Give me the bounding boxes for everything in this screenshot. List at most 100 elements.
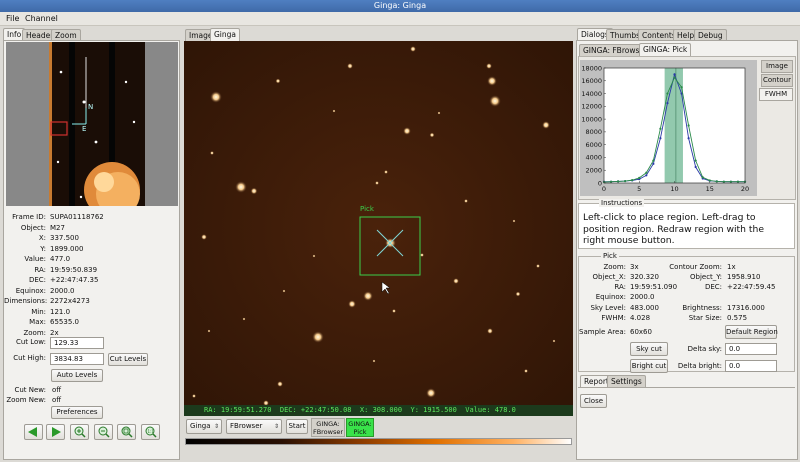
delta-bright-input[interactable]: 0.0 xyxy=(725,360,777,372)
arrow-right-icon xyxy=(52,427,61,437)
pick-ra-label: RA: xyxy=(614,283,626,291)
menu-channel[interactable]: Channel xyxy=(25,13,58,25)
info-field-value: 1899.000 xyxy=(50,244,84,253)
fwhm-data-point xyxy=(652,159,655,162)
info-field-label: RA: xyxy=(34,265,46,274)
fwhm-data-point xyxy=(624,179,627,183)
svg-text:1:1: 1:1 xyxy=(148,429,155,434)
object-x-label: Object_X: xyxy=(592,273,626,281)
pick-zoom-value: 3x xyxy=(630,263,639,271)
tab-pick-dialog[interactable]: GINGA: Pick xyxy=(639,43,692,56)
fwhm-data-point xyxy=(715,180,718,183)
pan-thumbnail[interactable]: N E xyxy=(6,42,178,206)
zoom-out-icon xyxy=(98,426,110,438)
auto-levels-button[interactable]: Auto Levels xyxy=(51,369,103,382)
pick-equinox-value: 2000.0 xyxy=(630,293,655,301)
fwhm-data-point xyxy=(652,162,655,165)
info-field-label: Y: xyxy=(40,244,46,253)
brightness-value: 17316.000 xyxy=(727,304,765,312)
instructions-text: Left-click to place region. Left-drag to… xyxy=(583,212,764,247)
sky-level-value: 483.000 xyxy=(630,304,659,312)
zoom-100-button[interactable]: 1:1 xyxy=(141,424,160,440)
sky-cut-button[interactable]: Sky cut xyxy=(630,342,668,356)
fwhm-value: 4.028 xyxy=(630,314,651,322)
instructions-box: Instructions Left-click to place region.… xyxy=(578,199,795,249)
preferences-button[interactable]: Preferences xyxy=(51,406,103,419)
zoom-100-icon: 1:1 xyxy=(145,426,157,438)
op-tab-pick[interactable]: GINGA: Pick xyxy=(346,418,374,437)
fwhm-data-point xyxy=(736,180,740,183)
instructions-line-2: position region. Redraw region with the xyxy=(583,223,764,235)
report-divider xyxy=(578,387,795,388)
info-field-label: Min: xyxy=(31,307,46,316)
close-button[interactable]: Close xyxy=(580,394,607,408)
instructions-line-3: right mouse button. xyxy=(583,235,675,246)
info-field-label: X: xyxy=(38,234,46,242)
info-field-value: M27 xyxy=(50,223,65,232)
zoom-in-button[interactable] xyxy=(70,424,89,440)
start-button[interactable]: Start xyxy=(286,419,308,434)
bright-cut-button[interactable]: Bright cut xyxy=(630,359,668,373)
info-field-value: 121.0 xyxy=(50,307,71,316)
fwhm-data-point xyxy=(645,174,648,177)
delta-sky-input[interactable]: 0.0 xyxy=(725,343,777,355)
menu-file[interactable]: File xyxy=(6,13,19,25)
next-image-button[interactable] xyxy=(46,424,65,440)
cut-high-label: Cut High: xyxy=(13,354,46,362)
sky-level-label: Sky Level: xyxy=(590,304,626,312)
tab-plot-contour[interactable]: Contour xyxy=(761,74,793,87)
cut-new-value[interactable]: off xyxy=(52,385,61,395)
fwhm-data-point xyxy=(701,176,704,179)
compass-e-label: E xyxy=(82,125,87,133)
fwhm-data-point xyxy=(631,179,634,182)
y-tick-label: 12000 xyxy=(581,103,602,111)
plugin-select[interactable]: FBrowser ⇕ xyxy=(226,419,282,434)
fwhm-chart: 18000 16000 14000 12000 10000 8000 6000 4000 200… xyxy=(580,60,757,196)
info-field-value: 19:59:50.839 xyxy=(50,265,98,274)
fwhm-data-point xyxy=(645,171,648,174)
prev-image-button[interactable] xyxy=(24,424,43,440)
status-readout: RA: 19:59:51.270 DEC: +22:47:50.08 X: 30… xyxy=(204,406,516,414)
fwhm-data-point xyxy=(659,137,662,140)
zoom-out-button[interactable] xyxy=(94,424,113,440)
y-tick-label: 2000 xyxy=(585,167,602,175)
y-tick-label: 4000 xyxy=(585,154,602,162)
info-field-value: 2x xyxy=(50,328,59,337)
window-titlebar: Ginga: Ginga xyxy=(0,0,800,12)
cut-high-input[interactable]: 3834.83 xyxy=(50,353,104,365)
x-tick-label: 0 xyxy=(602,185,606,193)
op-tab-fbrowser[interactable]: GINGA: FBrowser xyxy=(311,418,345,437)
fwhm-data-point xyxy=(694,159,697,162)
x-tick-label: 20 xyxy=(741,185,749,193)
arrow-left-icon xyxy=(28,427,37,437)
chevron-updown-icon: ⇕ xyxy=(213,423,219,430)
cut-low-input[interactable]: 129.33 xyxy=(50,337,104,349)
tab-plot-fwhm[interactable]: FWHM xyxy=(759,88,793,101)
y-tick-label: 8000 xyxy=(585,128,602,136)
tab-plot-image[interactable]: Image xyxy=(761,60,793,73)
pick-zoom-label: Zoom: xyxy=(603,263,626,271)
colorbar[interactable] xyxy=(185,438,572,445)
fwhm-data-point xyxy=(638,176,641,179)
cut-levels-button[interactable]: Cut Levels xyxy=(108,353,148,366)
zoom-new-value[interactable]: off xyxy=(52,395,61,405)
default-region-button[interactable]: Default Region xyxy=(725,325,778,339)
plugin-select-value: FBrowser xyxy=(230,422,263,430)
window-title: Ginga: Ginga xyxy=(373,1,427,10)
contour-zoom-value: 1x xyxy=(727,263,736,271)
sample-area-value: 60x60 xyxy=(630,328,652,336)
image-viewer[interactable]: Pick RA: 19:59:51.270 DEC: +22:47:50.08 … xyxy=(184,41,573,416)
zoom-new-label: Zoom New: xyxy=(6,396,46,404)
fwhm-data-point xyxy=(666,102,669,105)
info-field-label: DEC: xyxy=(28,276,46,284)
fwhm-data-point xyxy=(680,86,683,89)
zoom-fit-button[interactable] xyxy=(117,424,136,440)
info-field-value: 337.500 xyxy=(50,234,79,242)
cut-low-label: Cut Low: xyxy=(15,338,46,346)
tab-settings[interactable]: Settings xyxy=(607,375,646,387)
tab-ginga[interactable]: Ginga xyxy=(210,28,241,41)
info-field-value: 477.0 xyxy=(50,255,71,263)
channel-select[interactable]: Ginga ⇕ xyxy=(186,419,222,434)
info-field-value: 65535.0 xyxy=(50,318,79,326)
instructions-line-1: Left-click to place region. Left-drag to xyxy=(583,212,756,223)
